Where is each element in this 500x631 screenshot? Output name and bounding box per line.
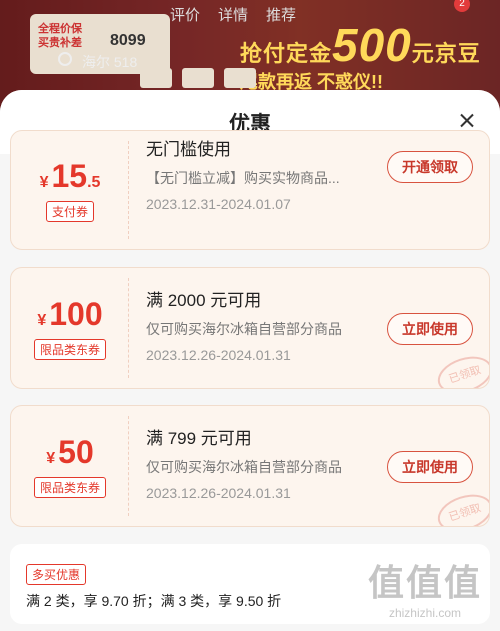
coupon-value: ¥ 15 .5 支付券 [11, 131, 129, 249]
use-now-button[interactable]: 立即使用 [387, 451, 473, 483]
promo-line1: 抢付定金 [240, 41, 333, 66]
coupon-amount: 15 [51, 158, 88, 194]
coupon-period: 2023.12.26-2024.01.31 [146, 485, 291, 501]
coupon-description: 仅可购买海尔冰箱自营部分商品 [146, 321, 342, 337]
coupon-card: ¥ 100 限品类东券 满 2000 元可用 仅可购买海尔冰箱自营部分商品 20… [10, 267, 490, 389]
coupon-type-tag: 支付券 [45, 201, 94, 222]
coupon-type-tag: 限品类东券 [33, 477, 106, 498]
currency-symbol: ¥ [46, 450, 56, 467]
search-text: 海尔 518 [82, 54, 138, 70]
watermark-url: zhizhizhi.com [388, 606, 461, 620]
coupon-amount: 50 [58, 434, 94, 470]
thumbnail-strip [140, 68, 256, 88]
search-icon [58, 52, 72, 66]
close-icon[interactable] [456, 110, 478, 132]
coupon-value: ¥ 100 限品类东券 [11, 268, 129, 388]
coupon-period: 2023.12.26-2024.01.31 [146, 347, 291, 363]
tile-price: 8099 [110, 32, 146, 49]
multi-buy-tag: 多买优惠 [26, 564, 87, 585]
notification-badge: 2 [454, 0, 470, 12]
coupon-title: 满 2000 元可用 [146, 291, 262, 310]
currency-symbol: ¥ [37, 312, 47, 329]
claimed-stamp: 已领取 [433, 350, 489, 388]
coupon-description: 【无门槛立减】购买实物商品... [146, 170, 340, 186]
tab-reviews: 评价 [170, 7, 201, 24]
multi-buy-text: 满 2 类，享 9.70 折；满 3 类，享 9.50 折 [26, 593, 282, 609]
promo-banner: 抢付定金500元京豆 尾款再返 不惑仪!! [240, 18, 481, 94]
activate-claim-button[interactable]: 开通领取 [387, 151, 473, 183]
coupon-type-tag: 限品类东券 [33, 339, 106, 360]
coupon-card: ¥ 50 限品类东券 满 799 元可用 仅可购买海尔冰箱自营部分商品 2023… [10, 405, 490, 527]
currency-symbol: ¥ [39, 174, 49, 191]
coupon-period: 2023.12.31-2024.01.07 [146, 196, 291, 212]
coupon-description: 仅可购买海尔冰箱自营部分商品 [146, 459, 342, 475]
coupon-amount: 100 [49, 296, 103, 332]
watermark-logo: 值值值 [367, 562, 482, 603]
use-now-button[interactable]: 立即使用 [387, 313, 473, 345]
coupon-value: ¥ 50 限品类东券 [11, 406, 129, 526]
tile-text-1: 全程价保 [38, 23, 82, 35]
coupon-card: ¥ 15 .5 支付券 无门槛使用 【无门槛立减】购买实物商品... 2023.… [10, 130, 490, 250]
coupon-title: 无门槛使用 [146, 140, 231, 159]
promo-unit: 元京豆 [411, 41, 481, 66]
promo-amount: 500 [332, 19, 412, 71]
promo-tail: 不惑仪!! [317, 72, 384, 92]
tile-text-2: 买贵补差 [38, 37, 82, 49]
coupon-title: 满 799 元可用 [146, 429, 252, 448]
claimed-stamp: 已领取 [433, 488, 489, 526]
discount-sheet: 优惠 ¥ 15 .5 支付券 无门槛使用 【无门槛立减】购买实物商品... 20… [0, 90, 500, 631]
coupon-decimal: .5 [87, 174, 101, 191]
site-watermark: 值值值 zhizhizhi.com [368, 554, 482, 620]
